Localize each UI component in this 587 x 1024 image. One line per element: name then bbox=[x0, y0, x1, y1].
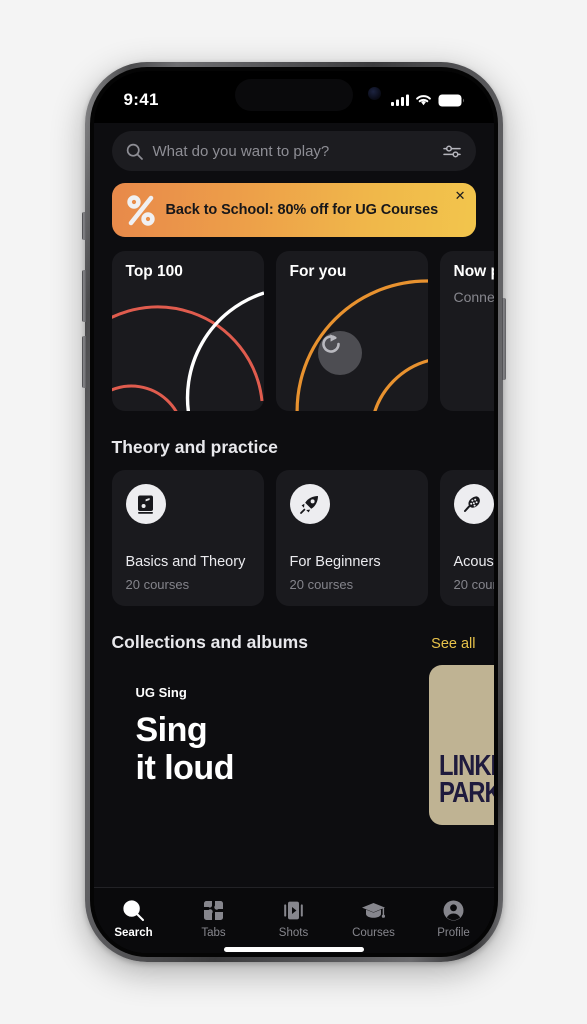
album-card-linkin-park[interactable]: LINKIN PARK bbox=[428, 665, 494, 825]
album-title-line2: PARK bbox=[438, 776, 494, 809]
phone-screen: 9:41 What do you want to play? Back to S… bbox=[93, 71, 494, 953]
promo-text: Back to School: 80% off for UG Courses bbox=[165, 202, 439, 218]
collections-section-header: Collections and albums See all bbox=[94, 632, 494, 653]
hero-card-title: Now playing bbox=[453, 263, 494, 280]
tabs-grid-icon bbox=[204, 901, 223, 920]
filter-sliders-icon[interactable] bbox=[442, 144, 462, 159]
promo-banner[interactable]: Back to School: 80% off for UG Courses ✕ bbox=[111, 183, 476, 237]
guitar-headstock-icon bbox=[453, 484, 494, 524]
search-placeholder: What do you want to play? bbox=[152, 142, 330, 160]
album-title-line1: LINKIN bbox=[438, 749, 494, 782]
theory-card-name: For Beginners bbox=[289, 554, 381, 571]
tab-label: Tabs bbox=[201, 927, 226, 939]
theory-card-basics[interactable]: Basics and Theory 20 courses bbox=[111, 470, 264, 606]
theory-section-header: Theory and practice bbox=[94, 437, 494, 458]
power-button[interactable] bbox=[501, 298, 506, 380]
theory-card-count: 20 courses bbox=[125, 577, 190, 592]
music-book-glyph bbox=[138, 495, 153, 514]
tab-shots[interactable]: Shots bbox=[254, 899, 334, 939]
tab-label: Profile bbox=[437, 927, 470, 939]
tab-search[interactable]: Search bbox=[94, 899, 174, 939]
see-all-link[interactable]: See all bbox=[431, 636, 475, 652]
theory-card-name: Basics and Theory bbox=[125, 554, 246, 571]
shots-video-icon bbox=[284, 901, 303, 920]
section-title: Collections and albums bbox=[111, 632, 308, 652]
close-icon[interactable]: ✕ bbox=[455, 189, 466, 202]
hero-card-subtitle: Connect services bbox=[453, 289, 494, 305]
theory-card-acoustic[interactable]: Acoustic 20 courses bbox=[439, 470, 494, 606]
album-card-row[interactable]: UG Sing Sing it loud LINKIN PARK bbox=[94, 665, 494, 825]
wifi-icon bbox=[415, 95, 431, 106]
tab-profile[interactable]: Profile bbox=[414, 899, 494, 939]
device-frame: 9:41 What do you want to play? Back to S… bbox=[81, 62, 506, 962]
volume-down-button[interactable] bbox=[81, 336, 86, 388]
device-bezel: 9:41 What do you want to play? Back to S… bbox=[89, 67, 498, 957]
graduation-cap-icon bbox=[362, 903, 385, 918]
guitar-headstock-glyph bbox=[464, 495, 480, 512]
album-card-ug-sing[interactable]: UG Sing Sing it loud bbox=[112, 665, 417, 825]
album-kicker: UG Sing bbox=[135, 685, 187, 700]
percent-icon bbox=[126, 195, 155, 226]
theory-card-beginners[interactable]: For Beginners 20 courses bbox=[275, 470, 428, 606]
refresh-icon[interactable] bbox=[317, 331, 362, 375]
rocket-glyph bbox=[300, 495, 318, 514]
silent-switch[interactable] bbox=[81, 212, 86, 240]
tab-label: Search bbox=[114, 927, 153, 939]
hero-card-foryou[interactable]: For you bbox=[275, 251, 428, 411]
bottom-tab-bar: Search Tabs Shots Courses Profile bbox=[93, 887, 494, 953]
battery-icon bbox=[438, 94, 464, 106]
status-bar: 9:41 bbox=[93, 71, 494, 123]
front-camera-icon bbox=[367, 87, 381, 100]
app-content: What do you want to play? Back to School… bbox=[93, 131, 494, 953]
refresh-glyph bbox=[321, 334, 340, 353]
album-title-line2: it loud bbox=[135, 749, 235, 788]
search-icon bbox=[126, 143, 143, 160]
music-book-icon bbox=[125, 484, 166, 524]
tab-label: Courses bbox=[352, 927, 395, 939]
dynamic-island bbox=[234, 79, 353, 111]
theory-card-count: 20 courses bbox=[453, 577, 494, 592]
hero-card-title: Top 100 bbox=[125, 263, 183, 280]
search-input[interactable]: What do you want to play? bbox=[111, 131, 476, 171]
profile-avatar-icon bbox=[443, 900, 464, 921]
status-icons bbox=[390, 88, 464, 107]
theory-card-count: 20 courses bbox=[289, 577, 354, 592]
tab-label: Shots bbox=[278, 927, 309, 939]
tab-courses[interactable]: Courses bbox=[334, 899, 414, 939]
hero-card-nowplaying[interactable]: Now playing Connect services bbox=[439, 251, 494, 411]
rocket-icon bbox=[289, 484, 330, 524]
section-title: Theory and practice bbox=[111, 437, 278, 457]
album-title: Sing it loud bbox=[135, 711, 235, 788]
hero-card-title: For you bbox=[289, 263, 347, 280]
search-icon bbox=[123, 900, 144, 921]
theory-card-name: Acoustic bbox=[453, 554, 494, 571]
album-title: LINKIN PARK bbox=[438, 749, 494, 809]
hero-card-top100[interactable]: Top 100 bbox=[111, 251, 264, 411]
theory-card-row[interactable]: Basics and Theory 20 courses For Beginne… bbox=[94, 470, 494, 606]
album-title-line1: Sing bbox=[135, 711, 208, 749]
hero-card-row[interactable]: Top 100 For you Now Conne bbox=[94, 251, 494, 411]
status-time: 9:41 bbox=[123, 90, 159, 109]
signal-bars-icon bbox=[390, 94, 409, 106]
home-indicator[interactable] bbox=[223, 947, 364, 952]
volume-up-button[interactable] bbox=[81, 270, 86, 322]
tab-tabs[interactable]: Tabs bbox=[174, 899, 254, 939]
